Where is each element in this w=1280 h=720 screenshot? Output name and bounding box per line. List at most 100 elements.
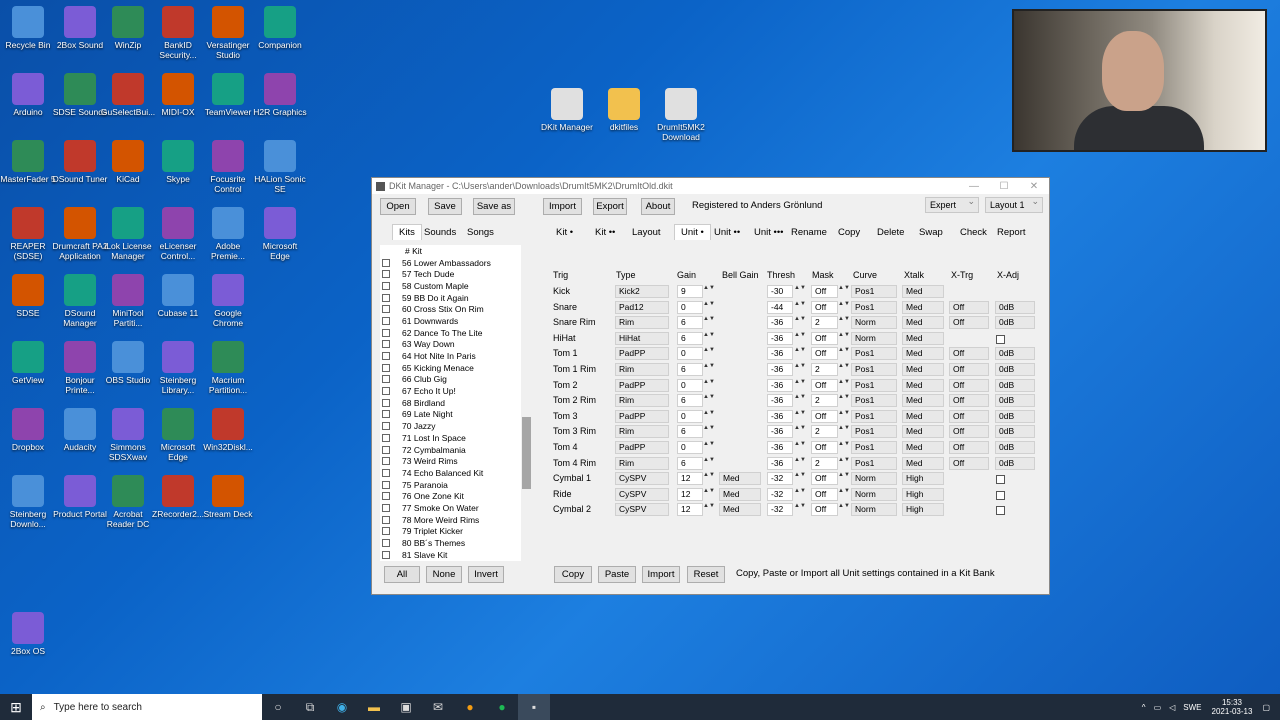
bell-gain-select[interactable]: Med	[719, 472, 761, 486]
task-view-icon[interactable]: ⧉	[294, 694, 326, 720]
thresh-stepper[interactable]: ▲▼	[794, 425, 806, 438]
thresh-input[interactable]: -36	[767, 331, 793, 345]
about-button[interactable]: About	[641, 198, 675, 215]
desktop-icon[interactable]: MiniTool Partiti...	[100, 274, 156, 328]
kit-list-item[interactable]: 67 Echo It Up!	[380, 385, 532, 397]
xtrg-select[interactable]: Off	[949, 378, 989, 392]
gain-input[interactable]: 6	[677, 331, 703, 345]
xtalk-select[interactable]: High	[902, 472, 944, 486]
kit-list-item[interactable]: 63 Way Down	[380, 339, 532, 351]
desktop-icon[interactable]: Stream Deck	[200, 475, 256, 519]
desktop-icon[interactable]: Microsoft Edge	[150, 408, 206, 462]
desktop-icon[interactable]: H2R Graphics	[252, 73, 308, 117]
curve-select[interactable]: Norm	[851, 316, 897, 330]
kit-list-item[interactable]: 70 Jazzy	[380, 420, 532, 432]
desktop-icon[interactable]: OBS Studio	[100, 341, 156, 385]
thresh-stepper[interactable]: ▲▼	[794, 394, 806, 407]
mask-stepper[interactable]: ▲▼	[838, 457, 850, 470]
reset-unit-button[interactable]: Reset	[687, 566, 725, 583]
kit-checkbox[interactable]	[382, 270, 390, 279]
type-select[interactable]: Rim	[615, 456, 669, 470]
xtrg-select[interactable]: Off	[949, 300, 989, 314]
thresh-input[interactable]: -36	[767, 378, 793, 392]
tab-right[interactable]: Report	[997, 227, 1026, 238]
mask-input[interactable]: Off	[811, 472, 838, 486]
xadj-select[interactable]: 0dB	[995, 441, 1035, 454]
desktop-icon[interactable]: Companion	[252, 6, 308, 50]
xtalk-select[interactable]: Med	[902, 316, 944, 330]
kit-checkbox[interactable]	[382, 352, 390, 361]
xtalk-select[interactable]: Med	[902, 363, 944, 376]
mask-input[interactable]: Off	[811, 285, 838, 298]
gain-stepper[interactable]: ▲▼	[703, 457, 715, 470]
desktop-icon[interactable]: Acrobat Reader DC	[100, 475, 156, 529]
mask-input[interactable]: Off	[811, 347, 838, 361]
tab-right[interactable]: Check	[960, 227, 987, 238]
xtrg-select[interactable]: Off	[949, 441, 989, 454]
type-select[interactable]: Pad12	[615, 300, 669, 314]
tray-lang[interactable]: SWE	[1183, 703, 1201, 712]
mask-stepper[interactable]: ▲▼	[838, 285, 850, 298]
mask-stepper[interactable]: ▲▼	[838, 472, 850, 485]
kit-list-item[interactable]: 60 Cross Stix On Rim	[380, 303, 532, 315]
tab-right[interactable]: Unit •	[674, 224, 711, 240]
kit-list-item[interactable]: 74 Echo Balanced Kit	[380, 467, 532, 479]
kit-list-item[interactable]: 65 Kicking Menace	[380, 362, 532, 374]
export-button[interactable]: Export	[593, 198, 627, 215]
mask-stepper[interactable]: ▲▼	[838, 410, 850, 423]
gain-input[interactable]: 6	[677, 394, 703, 408]
tab-right[interactable]: Layout	[632, 227, 661, 238]
kit-list-item[interactable]: 64 Hot Nite In Paris	[380, 350, 532, 362]
kit-list-item[interactable]: 66 Club Gig	[380, 374, 532, 386]
thresh-input[interactable]: -30	[767, 285, 793, 298]
close-icon[interactable]: ✕	[1019, 181, 1049, 192]
taskbar-clock[interactable]: 15:33 2021-03-13	[1212, 698, 1253, 716]
app-icon-orange[interactable]: ●	[454, 694, 486, 720]
kit-list-item[interactable]: 59 BB Do it Again	[380, 292, 532, 304]
xtalk-select[interactable]: Med	[902, 456, 944, 470]
xtrg-select[interactable]: Off	[949, 409, 989, 423]
kit-checkbox[interactable]	[382, 387, 390, 396]
thresh-stepper[interactable]: ▲▼	[794, 472, 806, 485]
layout-select[interactable]: Layout 1	[985, 196, 1043, 213]
desktop-icon[interactable]: Adobe Premie...	[200, 207, 256, 261]
kit-checkbox[interactable]	[382, 539, 390, 548]
gain-stepper[interactable]: ▲▼	[703, 285, 715, 298]
desktop-icon[interactable]: Steinberg Library...	[150, 341, 206, 395]
xtalk-select[interactable]: Med	[902, 331, 944, 345]
thresh-stepper[interactable]: ▲▼	[794, 457, 806, 470]
cortana-icon[interactable]: ○	[262, 694, 294, 720]
mask-input[interactable]: 2	[811, 394, 838, 408]
xadj-select[interactable]: 0dB	[995, 456, 1035, 470]
kit-checkbox[interactable]	[382, 468, 390, 477]
tab-songs[interactable]: Songs	[467, 227, 494, 238]
tab-right[interactable]: Delete	[877, 227, 904, 238]
curve-select[interactable]: Pos1	[851, 409, 897, 423]
kit-checkbox[interactable]	[382, 457, 390, 466]
windows-start-icon[interactable]: ⊞	[0, 694, 32, 720]
desktop-icon[interactable]: REAPER (SDSE)	[0, 207, 56, 261]
desktop-icon[interactable]: Recycle Bin	[0, 6, 56, 50]
type-select[interactable]: Rim	[615, 394, 669, 408]
tab-right[interactable]: Swap	[919, 227, 943, 238]
tab-right[interactable]: Rename	[791, 227, 827, 238]
curve-select[interactable]: Pos1	[851, 285, 897, 298]
scrollbar-thumb[interactable]	[522, 417, 531, 489]
kit-list-item[interactable]: 68 Birdland	[380, 397, 532, 409]
tab-right[interactable]: Unit ••	[714, 227, 740, 238]
xadj-select[interactable]: 0dB	[995, 363, 1035, 376]
gain-input[interactable]: 6	[677, 363, 703, 376]
thresh-input[interactable]: -44	[767, 300, 793, 314]
desktop-icon[interactable]: Google Chrome	[200, 274, 256, 328]
mask-input[interactable]: 2	[811, 456, 838, 470]
kit-checkbox[interactable]	[382, 527, 390, 536]
invert-selection-button[interactable]: Invert	[468, 566, 504, 583]
thresh-input[interactable]: -36	[767, 425, 793, 439]
mask-input[interactable]: Off	[811, 503, 838, 517]
gain-input[interactable]: 0	[677, 300, 703, 314]
kit-list-item[interactable]: 81 Slave Kit	[380, 549, 532, 561]
open-button[interactable]: Open	[380, 198, 416, 215]
mask-input[interactable]: 2	[811, 316, 838, 330]
xadj-checkbox[interactable]	[996, 334, 1005, 344]
kit-checkbox[interactable]	[382, 492, 390, 501]
